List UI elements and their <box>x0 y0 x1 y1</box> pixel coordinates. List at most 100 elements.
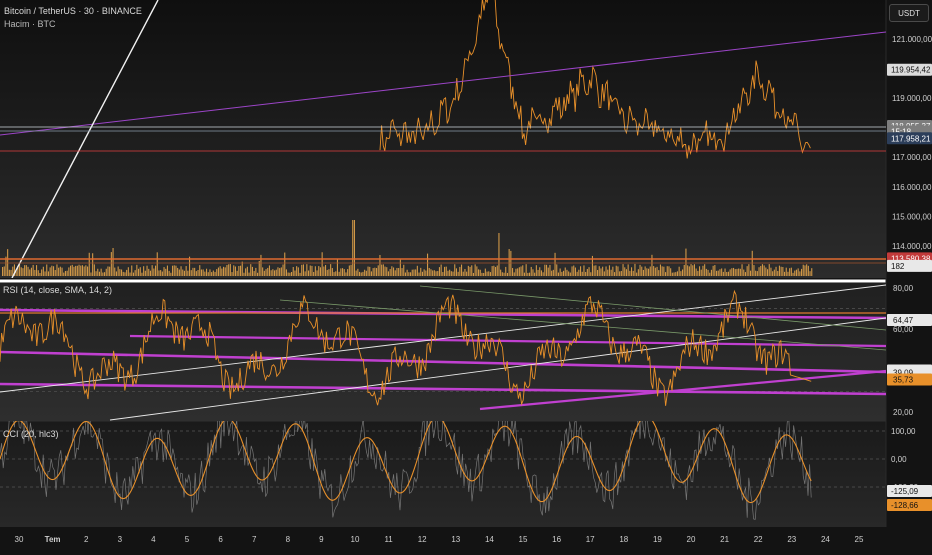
volume-bar <box>782 266 784 276</box>
volume-bar <box>595 265 597 276</box>
volume-bar <box>148 268 150 276</box>
volume-bar <box>622 264 624 276</box>
rsi-legend[interactable]: RSI (14, close, SMA, 14, 2) <box>3 285 112 295</box>
volume-bar <box>559 268 561 276</box>
x-tick-label: 21 <box>720 535 729 544</box>
volume-bar <box>29 269 31 276</box>
x-tick-label: 15 <box>519 535 528 544</box>
volume-bar <box>109 266 111 276</box>
volume-bar <box>421 271 423 276</box>
volume-bar <box>90 272 92 276</box>
volume-bar <box>287 272 289 276</box>
volume-bar <box>459 266 461 276</box>
x-tick-label: 20 <box>687 535 696 544</box>
volume-bar <box>649 266 651 276</box>
cci-tag-label: -128,66 <box>891 501 919 510</box>
volume-bar <box>25 265 27 276</box>
volume-bar <box>289 272 291 276</box>
volume-bar <box>98 271 100 276</box>
volume-bar <box>357 268 359 276</box>
currency-label[interactable]: USDT <box>889 4 929 22</box>
volume-bar <box>330 264 332 276</box>
volume-bar <box>190 270 192 276</box>
volume-bar <box>262 267 264 276</box>
volume-bar <box>600 268 602 276</box>
volume-legend[interactable]: Hacim · BTC <box>4 19 56 29</box>
volume-bar <box>212 270 214 276</box>
volume-bar <box>556 264 558 276</box>
volume-bar <box>331 268 333 276</box>
volume-bar <box>76 265 78 276</box>
volume-bar <box>350 264 352 276</box>
volume-bar <box>56 264 58 276</box>
volume-bar <box>110 252 112 276</box>
volume-bar <box>495 266 497 276</box>
volume-bar <box>292 267 294 276</box>
rsi-tick-label: 80,00 <box>893 284 914 293</box>
volume-bar <box>773 269 775 276</box>
volume-bar <box>87 266 89 276</box>
volume-bar <box>767 269 769 276</box>
volume-bar <box>384 266 386 276</box>
volume-bar <box>321 252 323 276</box>
volume-bar <box>744 272 746 276</box>
volume-bar <box>121 269 123 276</box>
volume-bar <box>551 270 553 276</box>
volume-bar <box>313 271 315 276</box>
volume-bar <box>127 267 129 276</box>
volume-bar <box>214 271 216 276</box>
volume-bar <box>70 265 72 276</box>
rsi-tick-label: 20,00 <box>893 408 914 417</box>
volume-bar <box>325 264 327 276</box>
cci-legend[interactable]: CCI (20, hlc3) <box>3 429 59 439</box>
volume-bar <box>423 269 425 276</box>
symbol-title[interactable]: Bitcoin / TetherUS · 30 · BINANCE <box>4 6 142 16</box>
volume-bar <box>309 265 311 276</box>
volume-bar <box>795 269 797 276</box>
volume-bar <box>71 264 73 276</box>
volume-bar <box>408 272 410 276</box>
volume-bar <box>234 266 236 276</box>
volume-bar <box>81 265 83 276</box>
volume-bar <box>670 268 672 276</box>
volume-bar <box>663 266 665 276</box>
volume-bar <box>440 264 442 276</box>
chart-canvas[interactable]: 121.000,00 119.000,00 117.000,00 116.000,00… <box>0 0 932 550</box>
volume-bar <box>182 269 184 276</box>
volume-bar <box>399 259 401 276</box>
volume-bar <box>241 261 243 276</box>
chart-area[interactable]: 121.000,00 119.000,00 117.000,00 116.000,00… <box>0 0 932 550</box>
x-tick-label: 6 <box>218 535 223 544</box>
volume-bar <box>699 266 701 276</box>
volume-bar <box>506 272 508 276</box>
volume-bar <box>78 264 80 276</box>
volume-bar <box>63 272 65 276</box>
volume-bar <box>245 268 247 276</box>
volume-bar <box>197 269 199 276</box>
price-scale-bg <box>886 0 932 550</box>
volume-bar <box>685 248 687 276</box>
volume-bar <box>738 268 740 276</box>
volume-bar <box>32 264 34 276</box>
volume-bar <box>372 268 374 276</box>
volume-bar <box>338 271 340 276</box>
volume-bar <box>268 265 270 276</box>
volume-bar <box>211 272 213 276</box>
volume-bar <box>173 265 175 276</box>
volume-bar <box>790 267 792 276</box>
x-tick-label: 25 <box>855 535 864 544</box>
volume-bar <box>466 271 468 276</box>
volume-bar <box>598 266 600 276</box>
x-tick-label: 5 <box>185 535 190 544</box>
volume-bar <box>620 270 622 276</box>
volume-bar <box>797 268 799 276</box>
volume-bar <box>632 270 634 276</box>
volume-bar <box>467 265 469 276</box>
volume-bar <box>229 264 231 276</box>
volume-bar <box>44 271 46 276</box>
volume-bar <box>387 271 389 276</box>
volume-bar <box>739 268 741 276</box>
volume-bar <box>377 265 379 276</box>
volume-bar <box>455 268 457 276</box>
volume-bar <box>576 271 578 276</box>
